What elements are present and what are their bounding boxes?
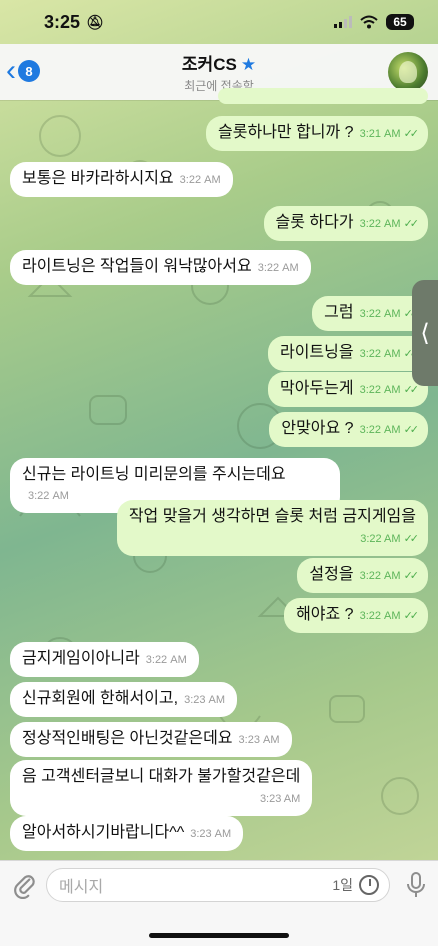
message-text: 해야죠 ? bbox=[296, 606, 354, 623]
message-time: 3:23 AM bbox=[259, 793, 301, 805]
star-icon: ★ bbox=[240, 55, 257, 74]
battery-icon: 65 bbox=[386, 14, 414, 30]
message-text: 보통은 바카라하시지요 bbox=[22, 170, 174, 187]
status-bar: 3:25 🔕︎ 65 bbox=[0, 0, 438, 44]
status-time: 3:25 🔕︎ bbox=[44, 12, 104, 33]
wifi-icon bbox=[360, 15, 378, 29]
message-time: 3:23 AM bbox=[184, 694, 226, 706]
chat-title: 조커CS bbox=[181, 55, 237, 74]
message-text: 라이트닝은 작업들이 워낙많아서요 bbox=[22, 258, 252, 275]
message-text: 막아두는게 bbox=[279, 380, 354, 397]
message-bubble-outgoing[interactable]: 라이트닝을 3:22 AM ✓✓ bbox=[267, 336, 428, 371]
message-bubble-outgoing[interactable]: 해야죠 ? 3:22 AM ✓✓ bbox=[284, 598, 428, 633]
message-time: 3:22 AM ✓✓ bbox=[359, 424, 420, 436]
message-bubble-partial bbox=[218, 88, 428, 104]
message-bubble-incoming[interactable]: 알아서하시기바랍니다^^ 3:23 AM bbox=[10, 816, 244, 851]
message-time: 3:22 AM ✓✓ bbox=[359, 308, 420, 320]
message-time: 3:23 AM bbox=[238, 734, 280, 746]
message-time: 3:22 AM ✓✓ bbox=[359, 384, 420, 396]
timer-label: 1일 bbox=[332, 877, 353, 893]
message-time: 3:22 AM ✓✓ bbox=[359, 348, 420, 360]
message-bubble-outgoing[interactable]: 설정을 3:22 AM ✓✓ bbox=[297, 558, 428, 593]
message-bubble-incoming[interactable]: 보통은 바카라하시지요 3:22 AM bbox=[10, 162, 233, 197]
message-bubble-outgoing[interactable]: 그럼 3:22 AM ✓✓ bbox=[312, 296, 428, 331]
message-time: 3:22 AM ✓✓ bbox=[359, 570, 420, 582]
message-time: 3:22 AM ✓✓ bbox=[359, 218, 420, 230]
message-text: 안맞아요 ? bbox=[281, 420, 354, 437]
clock-text: 3:25 bbox=[44, 11, 81, 32]
message-bubble-incoming[interactable]: 정상적인배팅은 아닌것같은데요 3:23 AM bbox=[10, 722, 292, 757]
message-bubble-incoming[interactable]: 음 고객센터글보니 대화가 불가할것같은데 3:23 AM bbox=[10, 760, 313, 816]
message-text: 정상적인배팅은 아닌것같은데요 bbox=[22, 730, 233, 747]
message-bubble-outgoing[interactable]: 슬롯 하다가 3:22 AM ✓✓ bbox=[263, 206, 428, 241]
double-check-icon: ✓✓ bbox=[403, 424, 420, 436]
message-time: 3:23 AM bbox=[190, 828, 232, 840]
message-time: 3:22 AM ✓✓ bbox=[360, 533, 420, 545]
status-icons: 65 bbox=[334, 14, 414, 30]
message-time: 3:22 AM ✓✓ bbox=[359, 610, 420, 622]
message-text: 알아서하시기바랍니다^^ bbox=[22, 824, 185, 841]
message-bubble-outgoing[interactable]: 안맞아요 ? 3:22 AM ✓✓ bbox=[269, 412, 428, 447]
message-list[interactable]: 슬롯하나만 합니까 ? 3:21 AM ✓✓ 보통은 바카라하시지요 3:22 AM … bbox=[0, 88, 438, 860]
double-check-icon: ✓✓ bbox=[403, 570, 420, 582]
message-input[interactable]: 메시지 1일 bbox=[46, 868, 390, 902]
message-bubble-outgoing[interactable]: 막아두는게 3:22 AM ✓✓ bbox=[267, 372, 428, 407]
self-destruct-timer-button[interactable]: 1일 bbox=[332, 875, 379, 895]
message-text: 슬롯하나만 합니까 ? bbox=[218, 124, 354, 141]
message-text: 라이트닝을 bbox=[279, 344, 354, 361]
message-text: 작업 맞을거 생각하면 슬롯 처럼 금지게임을 bbox=[128, 508, 416, 525]
message-text: 음 고객센터글보니 대화가 불가할것같은데 bbox=[22, 768, 301, 785]
double-check-icon: ✓✓ bbox=[403, 533, 420, 545]
signal-icon bbox=[334, 16, 352, 28]
double-check-icon: ✓✓ bbox=[403, 218, 420, 230]
bell-slash-icon: 🔕︎ bbox=[86, 13, 104, 30]
message-text: 슬롯 하다가 bbox=[275, 214, 354, 231]
side-panel-handle[interactable]: ⟨ bbox=[412, 280, 438, 386]
message-input-placeholder: 메시지 bbox=[59, 879, 104, 896]
clock-icon bbox=[359, 875, 379, 895]
message-bubble-outgoing[interactable]: 작업 맞을거 생각하면 슬롯 처럼 금지게임을 3:22 AM ✓✓ bbox=[116, 500, 428, 556]
message-time: 3:21 AM ✓✓ bbox=[359, 128, 420, 140]
message-time: 3:22 AM bbox=[179, 174, 221, 186]
chevron-left-icon: ⟨ bbox=[420, 319, 430, 347]
message-text: 금지게임이아니라 bbox=[22, 650, 140, 667]
message-text: 신규회원에 한해서이고, bbox=[22, 690, 179, 707]
microphone-icon[interactable] bbox=[406, 872, 426, 898]
message-text: 그럼 bbox=[324, 304, 354, 321]
message-time: 3:22 AM bbox=[145, 654, 187, 666]
message-input-bar: 메시지 1일 bbox=[0, 860, 438, 946]
paperclip-icon[interactable] bbox=[12, 873, 38, 899]
message-bubble-incoming[interactable]: 신규회원에 한해서이고, 3:23 AM bbox=[10, 682, 238, 717]
message-bubble-incoming[interactable]: 금지게임이아니라 3:22 AM bbox=[10, 642, 199, 677]
home-indicator bbox=[149, 933, 289, 938]
message-text: 신규는 라이트닝 미리문의를 주시는데요 bbox=[22, 466, 286, 483]
message-bubble-incoming[interactable]: 라이트닝은 작업들이 워낙많아서요 3:22 AM bbox=[10, 250, 311, 285]
message-bubble-outgoing[interactable]: 슬롯하나만 합니까 ? 3:21 AM ✓✓ bbox=[206, 116, 428, 151]
double-check-icon: ✓✓ bbox=[403, 610, 420, 622]
avatar[interactable] bbox=[388, 52, 428, 92]
message-time: 3:22 AM bbox=[257, 262, 299, 274]
message-text: 설정을 bbox=[309, 566, 354, 583]
double-check-icon: ✓✓ bbox=[403, 384, 420, 396]
message-time: 3:22 AM bbox=[28, 490, 69, 502]
double-check-icon: ✓✓ bbox=[403, 128, 420, 140]
